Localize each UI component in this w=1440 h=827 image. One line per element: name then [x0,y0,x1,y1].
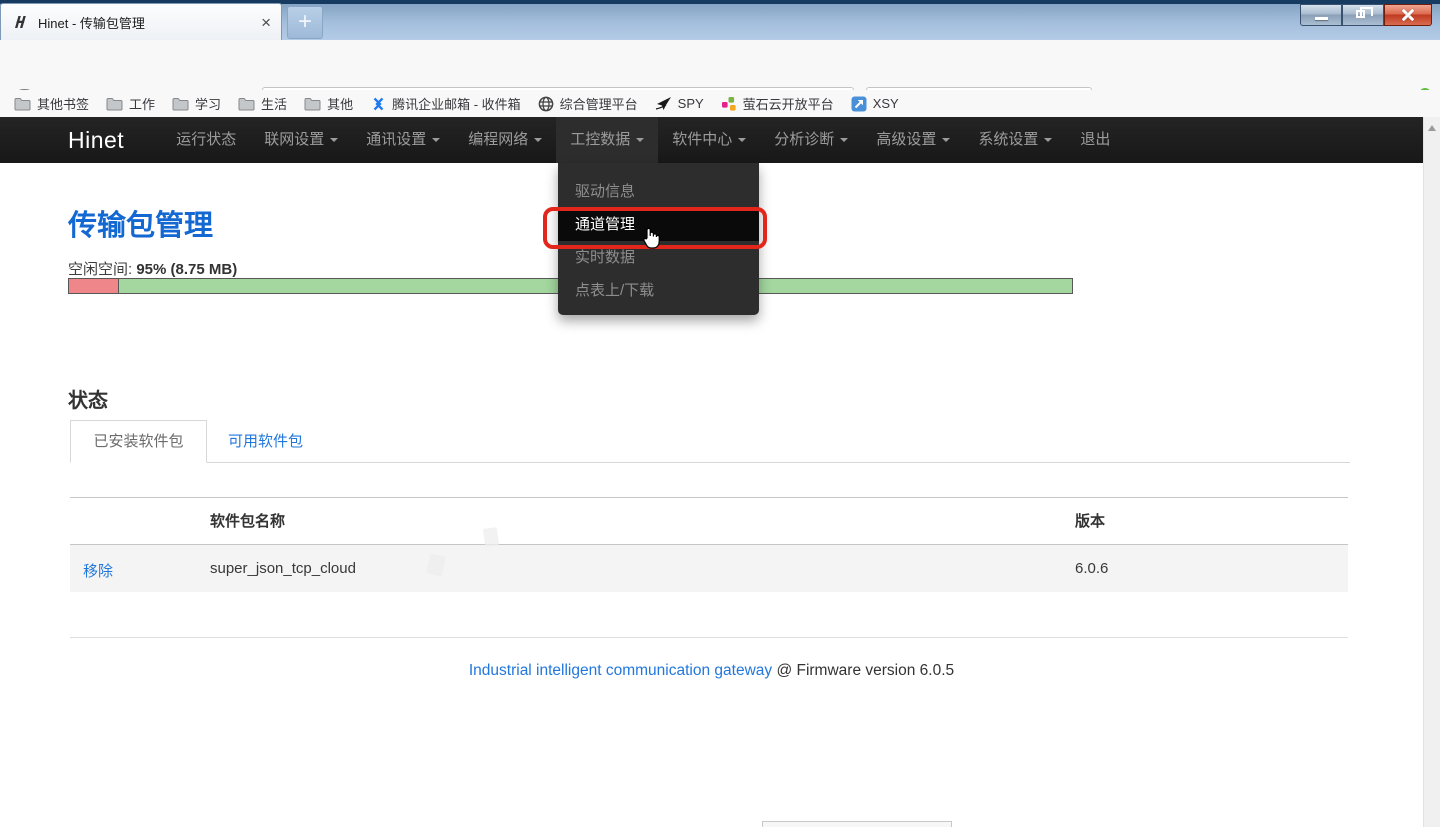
menu-system-settings[interactable]: 系统设置 [964,117,1066,163]
browser-toolbar: 192.168.9.99/cgi-bin/luci/;stok=489fe39e… [0,40,1440,90]
dropdown-item-channel-management[interactable]: 通道管理 [558,208,759,241]
dropdown-item-point-table[interactable]: 点表上/下载 [558,274,759,307]
new-tab-button[interactable]: + [287,6,323,39]
window-controls [1300,4,1432,26]
page-title: 传输包管理 [68,202,213,244]
tab-available-packages[interactable]: 可用软件包 [228,420,303,463]
window-titlebar: Hinet - 传输包管理 × + [0,0,1440,40]
screen: Hinet - 传输包管理 × + [0,0,1440,827]
firmware-version-text: @ Firmware version 6.0.5 [772,662,954,679]
status-popup-edge [762,821,952,827]
vertical-scrollbar[interactable] [1423,117,1440,827]
chevron-down-icon [636,138,644,142]
tab-title: Hinet - 传输包管理 [38,13,261,32]
gateway-link[interactable]: Industrial intelligent communication gat… [469,662,772,679]
bookmark-folder-life[interactable]: 生活 [238,94,287,113]
browser-tab[interactable]: Hinet - 传输包管理 × [0,3,282,40]
menu-software-center[interactable]: 软件中心 [658,117,760,163]
minimize-icon [1315,17,1328,20]
free-space-text: 空闲空间: 95% (8.75 MB) [68,258,237,279]
folder-icon [304,97,321,111]
dropdown-item-driver-info[interactable]: 驱动信息 [558,175,759,208]
bookmark-folder-misc[interactable]: 其他 [304,94,353,113]
folder-icon [14,97,31,111]
close-button[interactable] [1384,4,1432,26]
site-navbar: Hinet 运行状态 联网设置 通讯设置 编程网络 工控数据 软件中心 分析诊断… [0,117,1423,163]
status-heading: 状态 [68,384,108,413]
folder-icon [106,97,123,111]
table-top-border [70,497,1348,498]
tab-installed-packages[interactable]: 已安装软件包 [70,420,207,463]
minimize-button[interactable] [1300,4,1342,26]
chevron-down-icon [432,138,440,142]
bookmark-tencent-mail[interactable]: 腾讯企业邮箱 - 收件箱 [370,94,521,113]
bookmark-folder-other-bookmarks[interactable]: 其他书签 [14,94,89,113]
free-space-value: 95% (8.75 MB) [136,261,237,278]
ezviz-icon [721,96,737,112]
industrial-data-dropdown: 驱动信息 通道管理 实时数据 点表上/下载 [558,163,759,315]
column-header-version: 版本 [1075,510,1105,531]
restore-button[interactable] [1342,4,1384,26]
table-bottom-border [70,637,1348,638]
bookmark-ezviz[interactable]: 萤石云开放平台 [721,94,834,113]
remove-link[interactable]: 移除 [83,560,113,581]
chevron-down-icon [840,138,848,142]
globe-icon [538,96,554,112]
dropdown-item-realtime-data[interactable]: 实时数据 [558,241,759,274]
menu-logout[interactable]: 退出 [1066,117,1124,163]
free-space-label: 空闲空间: [68,261,132,278]
menu-run-status[interactable]: 运行状态 [162,117,250,163]
site-menu: 运行状态 联网设置 通讯设置 编程网络 工控数据 软件中心 分析诊断 高级设置 … [162,117,1124,163]
chevron-down-icon [330,138,338,142]
bookmarks-bar: 其他书签 工作 学习 生活 其他 腾讯企业邮箱 - 收件箱 [0,90,1440,117]
page-footer: Industrial intelligent communication gat… [0,662,1423,680]
menu-advanced-settings[interactable]: 高级设置 [862,117,964,163]
site-brand[interactable]: Hinet [68,127,124,154]
column-header-package-name: 软件包名称 [210,510,285,531]
bookmark-spy[interactable]: SPY [655,96,704,111]
favicon-icon [13,14,29,30]
menu-network-settings[interactable]: 联网设置 [250,117,352,163]
close-icon [1385,5,1431,25]
watermark [483,527,499,547]
bookmark-management-platform[interactable]: 综合管理平台 [538,94,638,113]
folder-icon [172,97,189,111]
restore-icon [1356,10,1365,18]
chevron-down-icon [1044,138,1052,142]
menu-comm-settings[interactable]: 通讯设置 [352,117,454,163]
chevron-down-icon [738,138,746,142]
bookmark-folder-study[interactable]: 学习 [172,94,221,113]
menu-diagnostics[interactable]: 分析诊断 [760,117,862,163]
chevron-down-icon [942,138,950,142]
package-version-cell: 6.0.6 [1075,560,1108,577]
folder-icon [238,97,255,111]
scroll-up-icon[interactable] [1428,125,1436,131]
tencent-mail-icon [370,96,386,112]
used-space-segment [69,279,119,293]
bookmark-xsy[interactable]: XSY [851,96,899,112]
menu-industrial-data[interactable]: 工控数据 [556,117,658,163]
tab-close-icon[interactable]: × [261,14,271,31]
xsy-icon [851,96,867,112]
chevron-down-icon [534,138,542,142]
menu-programming-network[interactable]: 编程网络 [454,117,556,163]
plane-icon [655,96,672,111]
package-name-cell: super_json_tcp_cloud [210,560,356,577]
bookmark-folder-work[interactable]: 工作 [106,94,155,113]
